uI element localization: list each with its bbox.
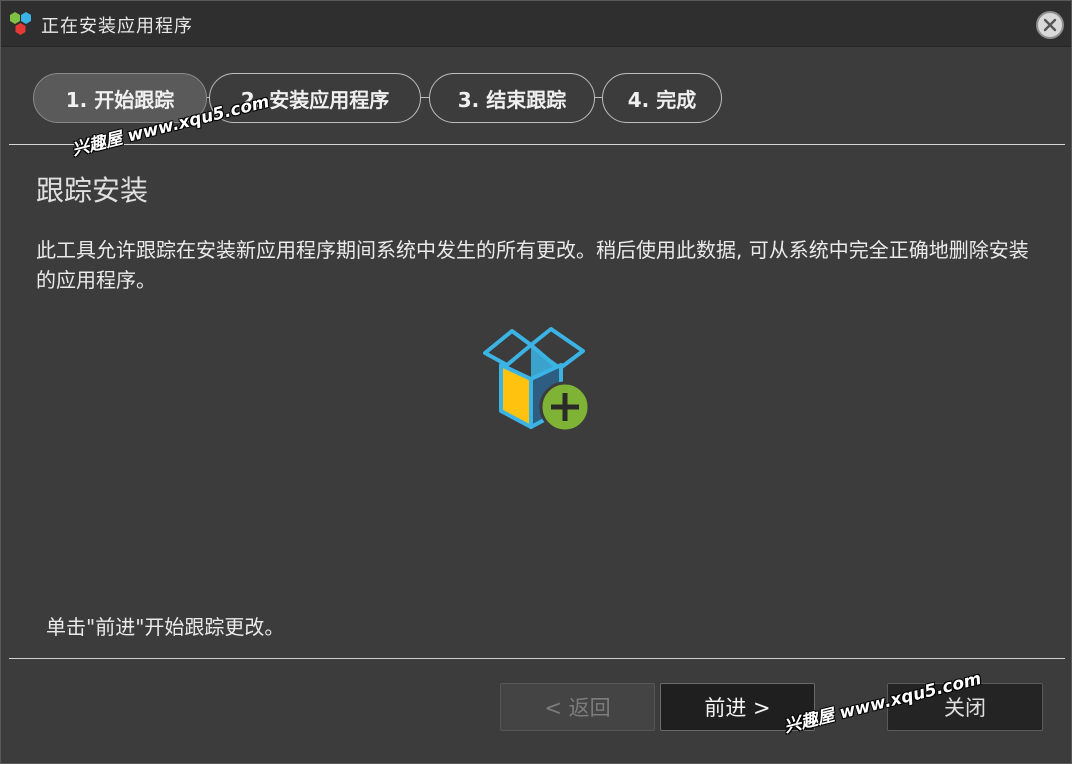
next-button[interactable]: 前进 >	[660, 683, 815, 731]
close-icon	[1043, 18, 1057, 32]
window-close-button[interactable]	[1036, 11, 1064, 39]
wizard-step-install-application: 2. 安装应用程序	[209, 73, 421, 123]
back-button[interactable]: < 返回	[500, 683, 655, 731]
wizard-step-end-tracking: 3. 结束跟踪	[429, 73, 595, 123]
wizard-steps: 1. 开始跟踪 2. 安装应用程序 3. 结束跟踪 4. 完成	[33, 73, 733, 123]
wizard-step-label: 4. 完成	[627, 87, 697, 112]
header-divider	[9, 144, 1065, 145]
section-title: 跟踪安装	[36, 174, 149, 207]
wizard-step-label: 2. 安装应用程序	[240, 87, 390, 112]
description-text: 此工具允许跟踪在安装新应用程序期间系统中发生的所有更改。稍后使用此数据, 可从系…	[36, 238, 1029, 292]
wizard-step-label: 1. 开始跟踪	[65, 87, 175, 112]
wizard-step-start-tracking: 1. 开始跟踪	[33, 73, 207, 123]
hint-text: 单击"前进"开始跟踪更改。	[46, 615, 285, 639]
wizard-step-label: 3. 结束跟踪	[457, 87, 567, 112]
box-add-icon	[483, 327, 591, 433]
title-bar: 正在安装应用程序	[1, 1, 1071, 47]
wizard-step-finish: 4. 完成	[602, 73, 722, 123]
installer-window: 正在安装应用程序 1. 开始跟踪 2. 安装应用程序 3. 结束跟踪 4. 完成…	[0, 0, 1072, 764]
footer-divider	[9, 658, 1065, 659]
window-title: 正在安装应用程序	[41, 16, 193, 37]
close-button[interactable]: 关闭	[887, 683, 1043, 731]
app-logo-icon	[10, 12, 31, 35]
